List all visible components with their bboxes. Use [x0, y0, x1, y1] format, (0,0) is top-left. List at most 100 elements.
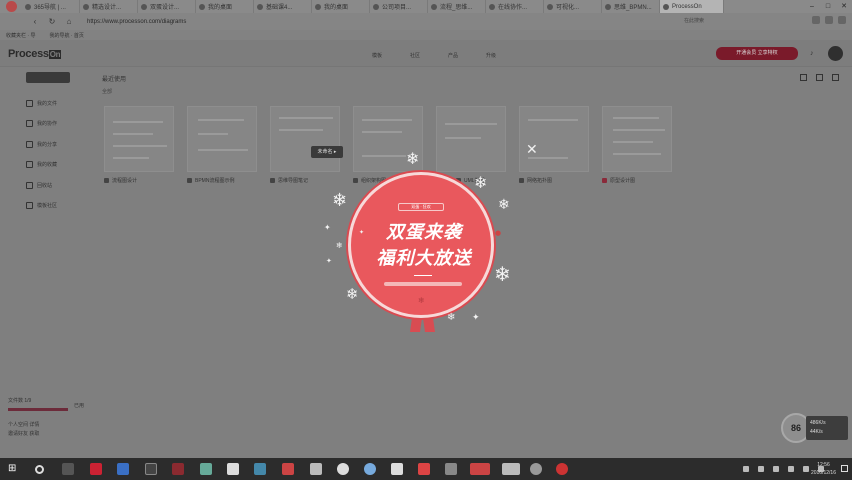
app-icon[interactable] — [337, 463, 349, 475]
snowflake-icon: ❄ — [498, 197, 510, 213]
storage-bar — [8, 408, 68, 411]
promo-subheadline: 福利大放送 — [376, 248, 472, 269]
refresh-icon[interactable]: ↻ — [47, 17, 57, 26]
extension-icon[interactable] — [812, 16, 820, 24]
app-icon[interactable] — [445, 463, 457, 475]
browser-tab[interactable]: 思维_BPMN... — [602, 0, 660, 13]
bookmarks-bar: 收藏夹栏 · 导 我的导航 · 首页 — [0, 30, 852, 40]
bookmark-item[interactable]: 收藏夹栏 · 导 — [6, 32, 35, 39]
snowflake-icon: ❄ — [346, 285, 359, 303]
nav-link[interactable]: 升级 — [486, 52, 496, 59]
snowflake-icon: ● — [495, 229, 502, 237]
app-icon[interactable] — [556, 463, 568, 475]
keyboard-icon[interactable] — [773, 466, 779, 472]
list-view-icon[interactable] — [816, 74, 823, 81]
browser-logo-icon[interactable] — [0, 0, 22, 13]
url-field[interactable]: https://www.processon.com/diagrams — [87, 19, 186, 25]
bookmark-item[interactable]: 我的导航 · 首页 — [49, 32, 83, 39]
nav-link[interactable]: 产品 — [448, 52, 458, 59]
app-icon[interactable] — [530, 463, 542, 475]
nav-link[interactable]: 模板 — [372, 52, 382, 59]
close-window-icon[interactable]: ✕ — [836, 0, 852, 13]
volume-icon[interactable] — [803, 466, 809, 472]
battery-icon[interactable] — [788, 466, 794, 472]
storage-panel: 文件数 1/9 个人空间 详情 邀请好友 获取 — [8, 397, 98, 439]
app-icon[interactable] — [310, 463, 322, 475]
file-thumbnail[interactable] — [602, 106, 672, 172]
promo-divider — [414, 275, 432, 276]
bell-icon[interactable]: ♪ — [810, 50, 814, 57]
app-icon[interactable] — [502, 463, 520, 475]
app-icon[interactable] — [282, 463, 294, 475]
file-thumbnail[interactable] — [187, 106, 257, 172]
explorer-icon[interactable] — [145, 463, 157, 475]
sidebar-item[interactable]: 回收站 — [26, 175, 86, 196]
browser-tab[interactable]: 基础课4... — [254, 0, 312, 13]
sidebar-item[interactable]: 我的收藏 — [26, 155, 86, 176]
nav-link[interactable]: 社区 — [410, 52, 420, 59]
windows-start-icon[interactable]: ⊞ — [8, 463, 20, 475]
file-tooltip[interactable]: 未命名 ▸ — [311, 146, 343, 158]
home-icon[interactable]: ⌂ — [64, 17, 74, 26]
filter-link[interactable]: 全部 — [102, 88, 112, 95]
pdf-app-icon[interactable] — [90, 463, 102, 475]
grid-view-icon[interactable] — [832, 74, 839, 81]
browser-tab[interactable]: 精选设计... — [80, 0, 138, 13]
app-icon[interactable] — [418, 463, 430, 475]
app-logo[interactable]: ProcessOn — [8, 48, 62, 60]
sort-icon[interactable] — [800, 74, 807, 81]
download-icon[interactable] — [825, 16, 833, 24]
edge-browser-icon[interactable] — [117, 463, 129, 475]
task-view-icon[interactable] — [62, 463, 74, 475]
minimize-icon[interactable]: – — [804, 0, 820, 13]
network-icon[interactable] — [743, 466, 749, 472]
cortana-icon[interactable] — [35, 465, 44, 474]
browser-search-input[interactable]: 在此搜索 — [684, 16, 794, 26]
file-name[interactable]: 网络拓扑图 — [519, 177, 552, 184]
browser-tab[interactable]: 365导航 | ... — [22, 0, 80, 13]
back-icon[interactable]: ‹ — [30, 17, 40, 26]
file-name[interactable]: BPMN流程图示例 — [187, 177, 234, 184]
browser-tab-active[interactable]: ProcessOn — [660, 0, 724, 13]
browser-app-icon[interactable] — [172, 463, 184, 475]
close-promo-icon[interactable]: ✕ — [526, 142, 538, 158]
snowflake-icon: ✦ — [359, 229, 365, 236]
browser-tab[interactable]: 双蛋设计... — [138, 0, 196, 13]
app-icon[interactable] — [470, 463, 490, 475]
app-icon[interactable] — [254, 463, 266, 475]
tab-favicon-icon — [141, 3, 147, 10]
sidebar-item[interactable]: 我的文件 — [26, 93, 86, 114]
file-thumbnail[interactable] — [104, 106, 174, 172]
clock[interactable]: 12:56 2016/12/16 — [811, 461, 836, 477]
sidebar-item[interactable]: 我的协作 — [26, 114, 86, 135]
top-nav: 模板 社区 产品 升级 — [372, 52, 496, 59]
notification-icon[interactable] — [841, 465, 848, 472]
browser-tab[interactable]: 可视化... — [544, 0, 602, 13]
app-icon[interactable] — [391, 463, 403, 475]
avatar[interactable] — [828, 46, 843, 61]
promo-tag: 双蛋 · 狂欢 — [398, 203, 444, 211]
app-icon[interactable] — [364, 463, 376, 475]
sidebar: 我的文件 我的协作 我的分享 我的收藏 回收站 模板社区 — [26, 72, 86, 216]
file-name[interactable]: 思维导图笔记 — [270, 177, 308, 184]
sidebar-item[interactable]: 我的分享 — [26, 134, 86, 155]
taskbar: ⊞ 12:56 2016/12/16 — [0, 458, 852, 480]
upgrade-button[interactable]: 开通会员 立享特权 — [716, 47, 798, 60]
new-file-button[interactable] — [26, 72, 70, 83]
maximize-icon[interactable]: □ — [820, 0, 836, 13]
app-icon[interactable] — [200, 463, 212, 475]
browser-tab[interactable]: 流程_思维... — [428, 0, 486, 13]
file-thumbnail[interactable] — [436, 106, 506, 172]
file-thumbnail[interactable] — [270, 106, 340, 172]
browser-tab[interactable]: 我的桌面 — [196, 0, 254, 13]
file-name[interactable]: 原型设计图 — [602, 177, 635, 184]
sidebar-item[interactable]: 模板社区 — [26, 196, 86, 217]
browser-tab[interactable]: 我的桌面 — [312, 0, 370, 13]
chevron-up-icon[interactable] — [758, 466, 764, 472]
mail-icon[interactable] — [227, 463, 239, 475]
menu-icon[interactable] — [838, 16, 846, 24]
browser-tab[interactable]: 在线协作... — [486, 0, 544, 13]
file-name[interactable]: 流程图设计 — [104, 177, 137, 184]
browser-tab[interactable]: 公司项目... — [370, 0, 428, 13]
file-thumbnail[interactable] — [519, 106, 589, 172]
